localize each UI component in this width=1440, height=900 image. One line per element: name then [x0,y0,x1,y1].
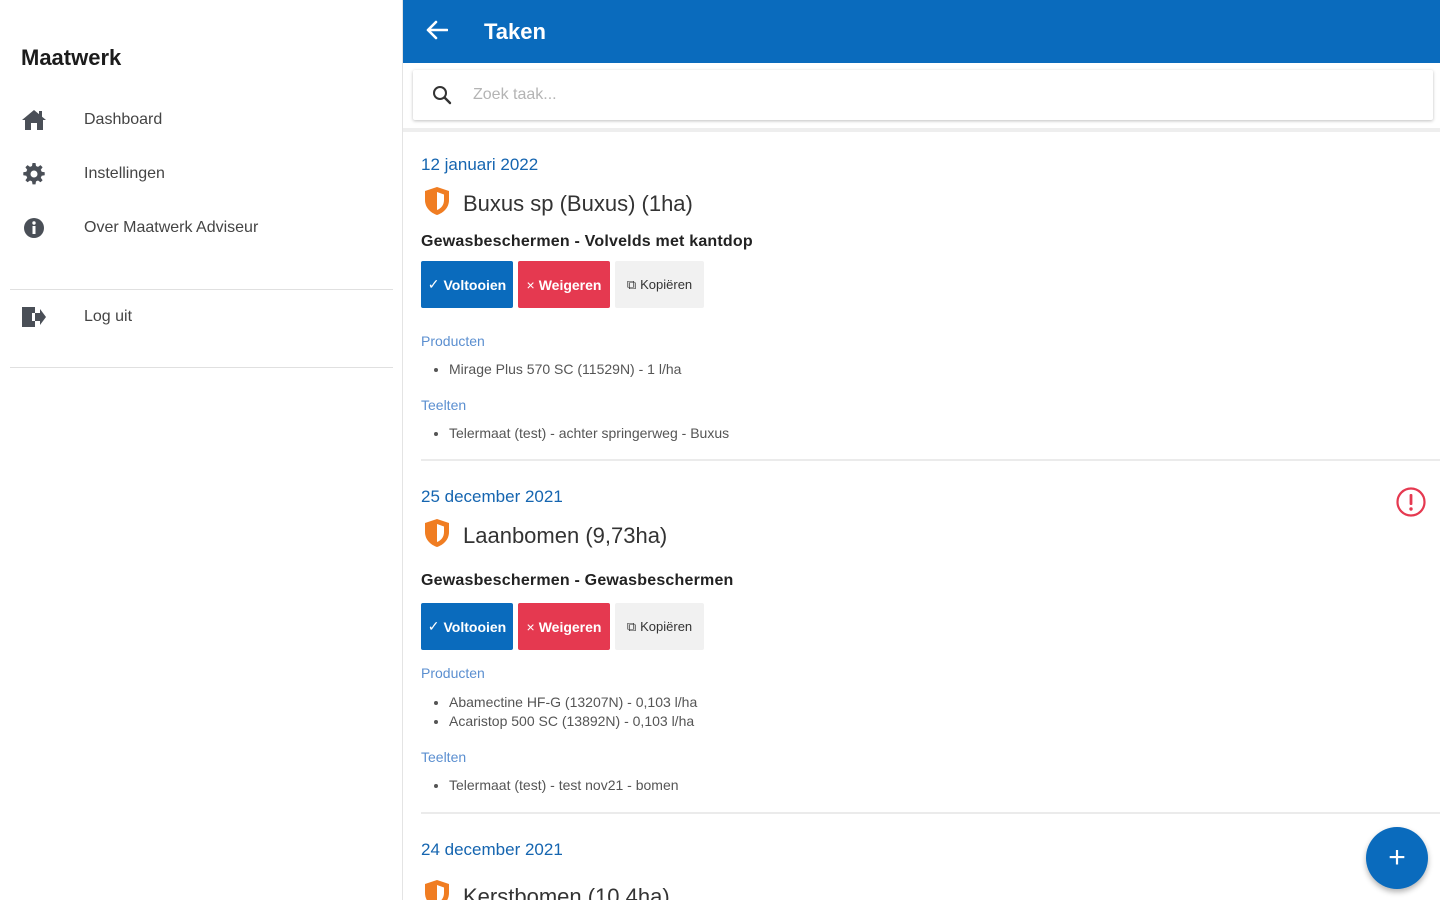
copy-button[interactable]: ⧉ Kopiëren [615,261,704,308]
complete-button[interactable]: ✓ Voltooien [421,603,513,650]
crops-label: Teelten [421,749,467,765]
copy-icon: ⧉ [626,618,637,634]
products-label: Producten [421,333,485,349]
task-header: Kerstbomen (10,4ha) [421,878,670,900]
task-header: Buxus sp (Buxus) (1ha) [421,185,693,222]
products-list: Mirage Plus 570 SC (11529N) - 1 l/ha [449,360,681,379]
info-icon [21,215,47,241]
refuse-label: Weigeren [538,276,602,293]
shield-icon [421,185,453,222]
task-date: 25 december 2021 [421,487,563,506]
search-divider [403,128,1440,132]
app-title: Maatwerk [21,45,122,70]
complete-button[interactable]: ✓ Voltooien [421,261,513,308]
task-date: 12 januari 2022 [421,155,539,174]
refuse-button[interactable]: × Weigeren [518,603,610,650]
page-title: Taken [484,19,546,44]
list-item: Telermaat (test) - test nov21 - bomen [449,776,679,795]
task-header: Laanbomen (9,73ha) [421,517,667,554]
products-list: Abamectine HF-G (13207N) - 0,103 l/ha Ac… [449,693,697,731]
task-card: 24 december 2021 Kerstbomen (10,4ha) [421,840,1440,900]
sidebar-item-about[interactable]: Over Maatwerk Adviseur [0,206,403,250]
task-divider [421,812,1440,814]
list-item: Acaristop 500 SC (13892N) - 0,103 l/ha [449,712,697,731]
task-card: 25 december 2021 Laanbomen (9,73ha) Gewa… [421,487,1440,817]
plus-icon: + [1388,841,1406,874]
check-icon: ✓ [427,276,440,292]
warning-icon[interactable] [1395,486,1427,518]
back-button[interactable] [421,16,453,48]
task-date: 24 december 2021 [421,840,563,859]
crops-list: Telermaat (test) - test nov21 - bomen [449,776,679,795]
complete-label: Voltooien [443,276,507,293]
refuse-label: Weigeren [538,618,602,635]
copy-button[interactable]: ⧉ Kopiëren [615,603,704,650]
copy-label: Kopiëren [640,277,693,292]
task-actions: ✓ Voltooien × Weigeren ⧉ Kopiëren [421,603,704,650]
sidebar-item-dashboard[interactable]: Dashboard [0,98,403,142]
refuse-button[interactable]: × Weigeren [518,261,610,308]
sidebar-item-label: Log uit [84,308,133,325]
home-icon [21,107,47,133]
app-root: Maatwerk Dashboard Instellingen Over Maa… [0,0,1440,900]
sidebar-item-logout[interactable]: Log uit [0,295,403,339]
task-title[interactable]: Kerstbomen (10,4ha) [463,884,670,900]
task-card: 12 januari 2022 Buxus sp (Buxus) (1ha) G… [421,155,1440,465]
copy-label: Kopiëren [640,619,693,634]
shield-icon [421,517,453,554]
search-input[interactable] [473,82,1373,108]
close-icon: × [526,618,535,635]
sidebar-item-label: Dashboard [84,111,163,128]
sidebar-item-label: Over Maatwerk Adviseur [84,219,259,236]
copy-icon: ⧉ [626,276,637,292]
main-content: Taken 12 januari 2022 Buxus sp (Buxus) (… [403,0,1440,900]
task-divider [421,459,1440,461]
task-subtitle: Gewasbeschermen - Gewasbeschermen [421,572,734,589]
sidebar-item-settings[interactable]: Instellingen [0,152,403,196]
products-label: Producten [421,665,485,681]
gear-icon [21,161,47,187]
sidebar-divider [10,367,393,368]
crops-list: Telermaat (test) - achter springerweg - … [449,424,729,443]
task-title[interactable]: Buxus sp (Buxus) (1ha) [463,191,693,217]
list-item: Mirage Plus 570 SC (11529N) - 1 l/ha [449,360,681,379]
close-icon: × [526,276,535,293]
add-task-button[interactable]: + [1366,827,1428,889]
list-item: Telermaat (test) - achter springerweg - … [449,424,729,443]
task-actions: ✓ Voltooien × Weigeren ⧉ Kopiëren [421,261,704,308]
task-subtitle: Gewasbeschermen - Volvelds met kantdop [421,233,753,250]
sidebar-divider [10,289,393,290]
crops-label: Teelten [421,397,467,413]
sidebar: Maatwerk Dashboard Instellingen Over Maa… [0,0,403,900]
shield-icon [421,878,453,900]
arrow-left-icon [426,20,449,45]
top-app-bar: Taken [403,0,1440,63]
task-title[interactable]: Laanbomen (9,73ha) [463,523,667,549]
complete-label: Voltooien [443,618,507,635]
list-item: Abamectine HF-G (13207N) - 0,103 l/ha [449,693,697,712]
search-icon [431,84,453,106]
check-icon: ✓ [427,618,440,634]
sidebar-item-label: Instellingen [84,165,165,182]
logout-icon [21,304,47,330]
search-bar [413,70,1433,120]
